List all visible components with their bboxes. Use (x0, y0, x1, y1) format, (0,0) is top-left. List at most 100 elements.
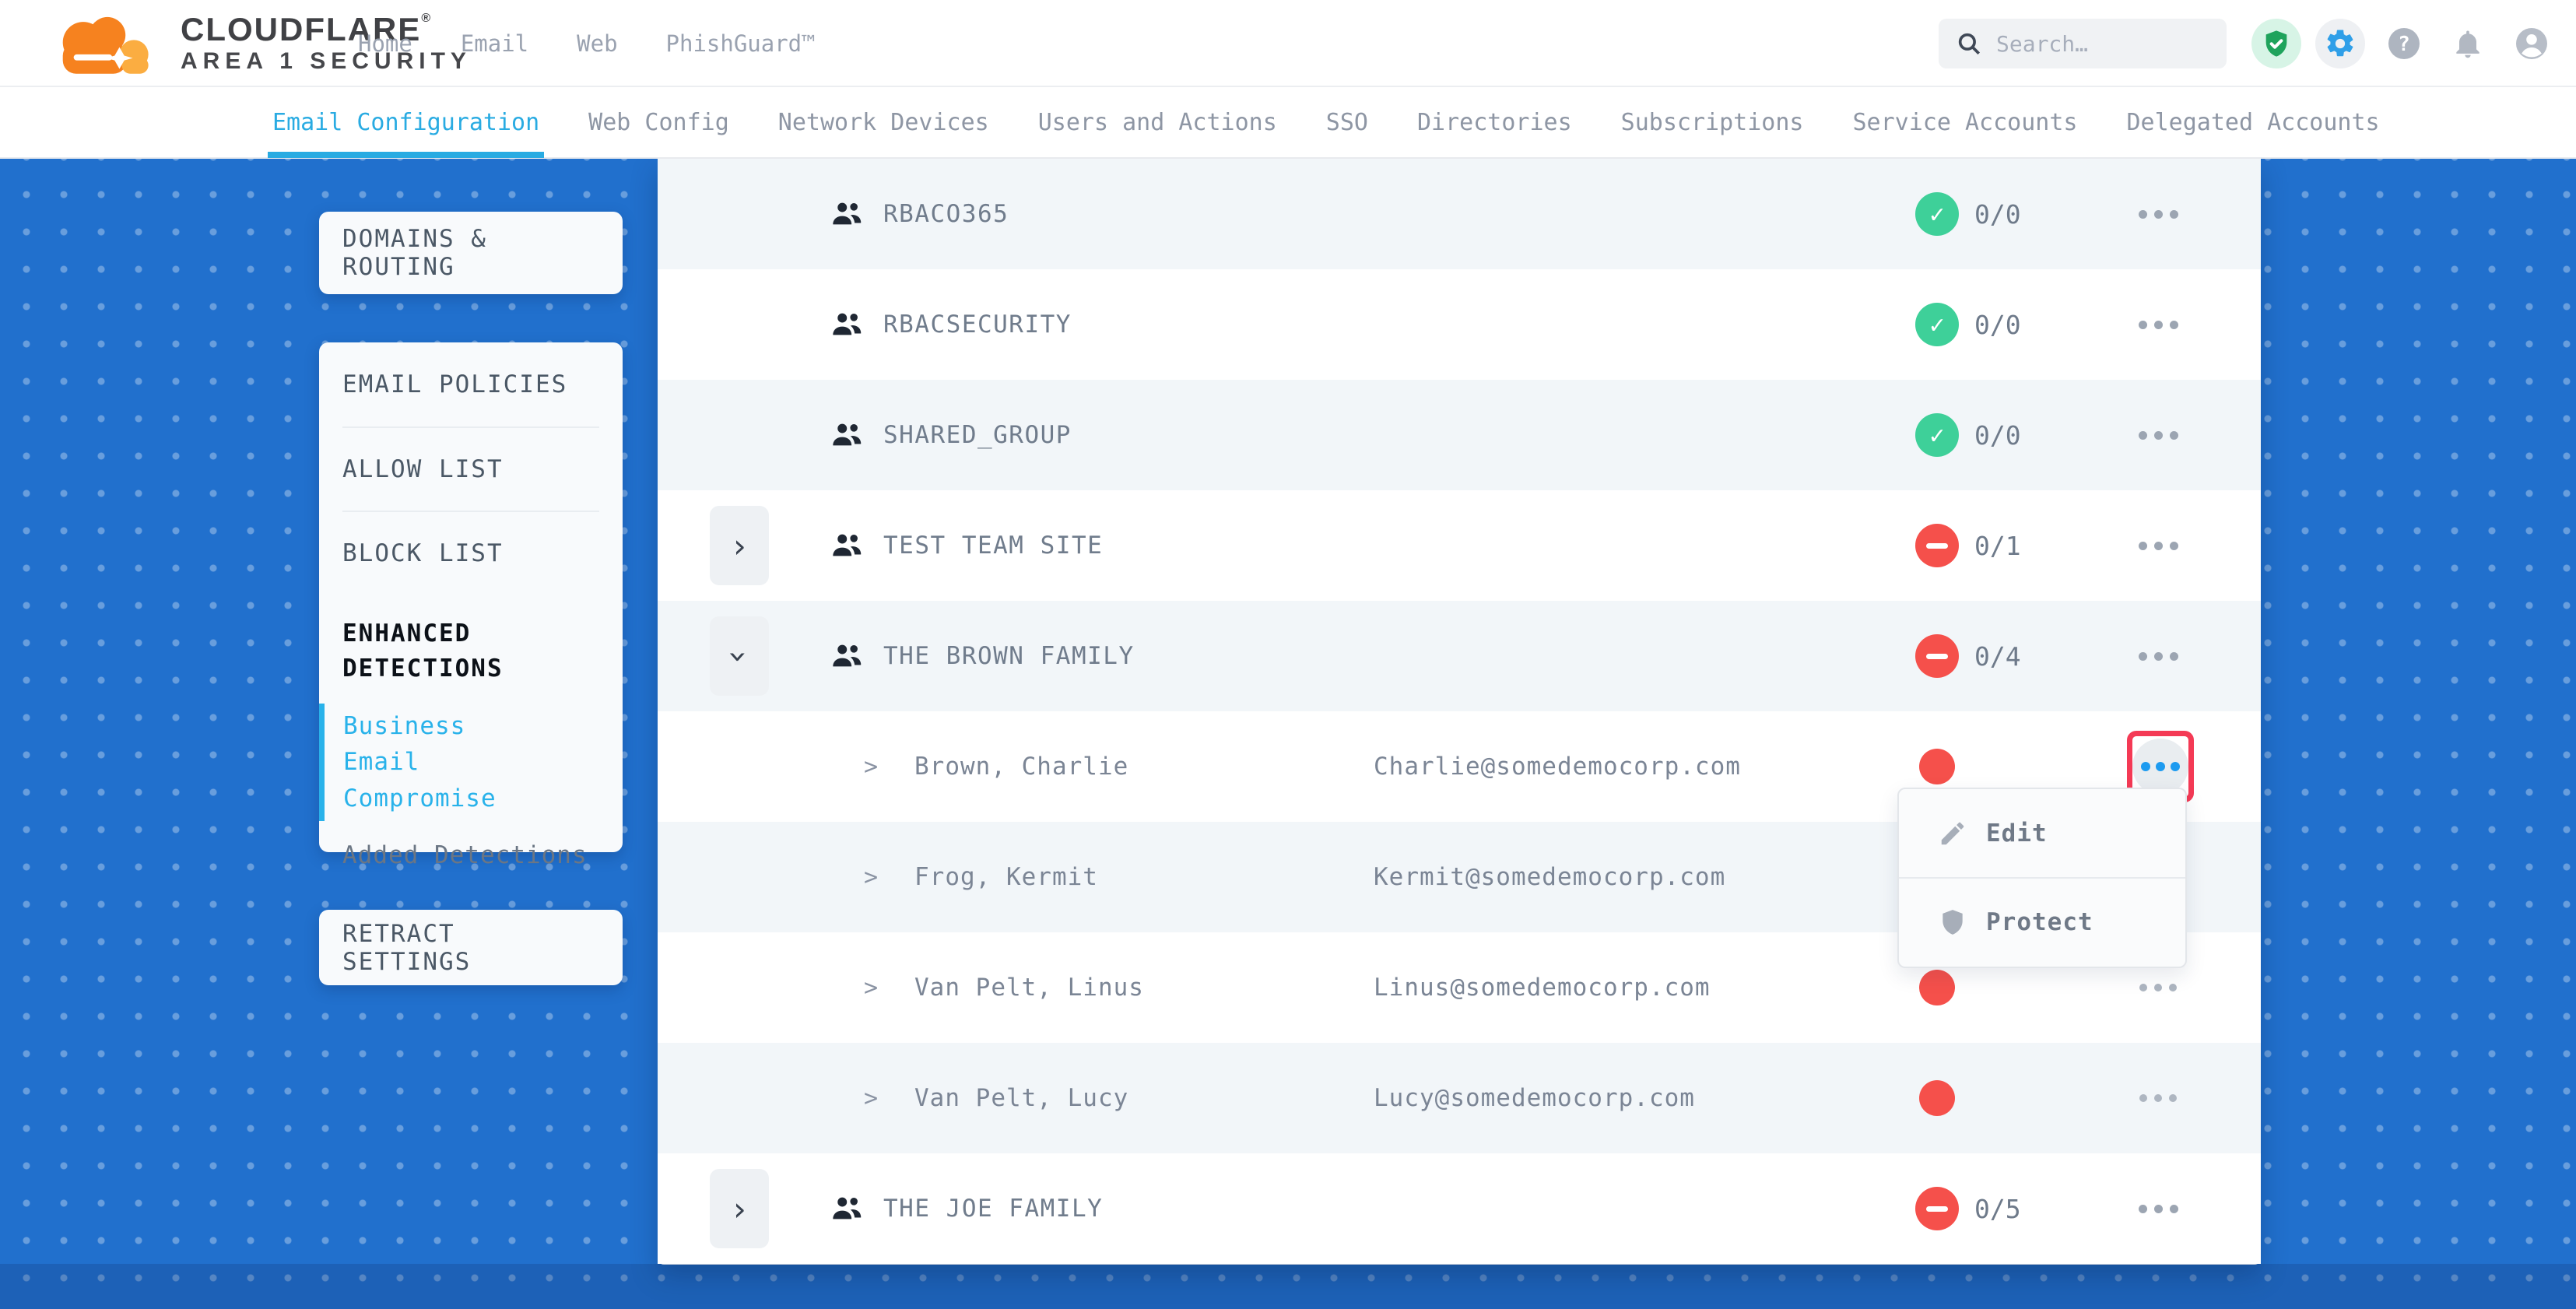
sidebar-card-email-policies: EMAIL POLICIES ALLOW LIST BLOCK LIST ENH… (319, 342, 623, 852)
expand-button[interactable] (710, 1169, 769, 1248)
status-blocked-badge (1915, 1187, 1959, 1230)
nav-item-email[interactable]: Email (461, 30, 528, 57)
tab-web-config[interactable]: Web Config (588, 86, 729, 158)
tab-subscriptions[interactable]: Subscriptions (1621, 86, 1804, 158)
sidebar-item-allow-list[interactable]: ALLOW LIST (342, 426, 599, 511)
group-name: RBACO365 (883, 159, 1009, 269)
table-row-shared-group: SHARED_GROUP 0/0 (658, 380, 2261, 490)
member-email: Lucy@somedemocorp.com (1374, 1043, 1695, 1153)
table-row-rbaco365: RBACO365 0/0 (658, 159, 2261, 269)
status-blocked-dot (1919, 1080, 1955, 1116)
status-ok-badge (1915, 413, 1959, 457)
status-ok-badge (1915, 192, 1959, 236)
nav-item-phishguard[interactable]: PhishGuard™ (666, 30, 816, 57)
status-blocked-badge (1915, 634, 1959, 678)
group-name: TEST TEAM SITE (883, 490, 1103, 601)
group-name: RBACSECURITY (883, 269, 1072, 380)
protected-count: 0/4 (1974, 601, 2021, 711)
group-icon (829, 417, 865, 453)
status-blocked-dot (1919, 970, 1955, 1005)
member-email: Kermit@somedemocorp.com (1374, 822, 1725, 932)
bell-icon[interactable] (2443, 19, 2493, 68)
row-context-menu: Edit Protect (1897, 788, 2187, 968)
tab-service-accounts[interactable]: Service Accounts (1852, 86, 2077, 158)
tab-network-devices[interactable]: Network Devices (778, 86, 989, 158)
group-name: THE BROWN FAMILY (883, 601, 1135, 711)
table-row-the-brown-family: THE BROWN FAMILY 0/4 (658, 601, 2261, 711)
section-tab-bar: Email Configuration Web Config Network D… (0, 87, 2576, 159)
table-row-rbacsecurity: RBACSECURITY 0/0 (658, 269, 2261, 380)
chevron-right-icon (729, 527, 749, 565)
row-menu-button[interactable] (2121, 380, 2195, 490)
tab-sso[interactable]: SSO (1326, 86, 1368, 158)
member-email: Linus@somedemocorp.com (1374, 932, 1711, 1043)
search-box[interactable] (1939, 19, 2227, 68)
table-row-test-team-site: TEST TEAM SITE 0/1 (658, 490, 2261, 601)
group-icon (829, 196, 865, 232)
content-area: DOMAINS & ROUTING EMAIL POLICIES ALLOW L… (0, 159, 2576, 1309)
tab-email-configuration[interactable]: Email Configuration (272, 86, 539, 158)
tab-delegated-accounts[interactable]: Delegated Accounts (2126, 86, 2379, 158)
sidebar-item-block-list[interactable]: BLOCK LIST (342, 511, 599, 595)
group-icon (829, 638, 865, 674)
protected-count: 0/0 (1974, 380, 2021, 490)
group-name: SHARED_GROUP (883, 380, 1072, 490)
account-icon[interactable] (2507, 19, 2557, 68)
shield-check-icon[interactable] (2251, 19, 2301, 68)
status-ok-badge (1915, 303, 1959, 346)
groups-table: RBACO365 0/0 RBACSECURITY 0/0 SHARED_GRO… (658, 159, 2261, 1265)
sidebar-card-retract-settings[interactable]: RETRACT SETTINGS (319, 910, 623, 985)
nav-item-home[interactable]: Home (358, 30, 412, 57)
tab-users-and-actions[interactable]: Users and Actions (1038, 86, 1277, 158)
row-menu-button[interactable] (2121, 1043, 2195, 1153)
context-menu-item-edit[interactable]: Edit (1899, 789, 2185, 877)
protected-count: 0/5 (1974, 1153, 2021, 1264)
collapse-button[interactable] (710, 616, 769, 696)
nav-item-web[interactable]: Web (577, 30, 617, 57)
sidebar-heading-enhanced-detections: ENHANCED DETECTIONS (342, 595, 537, 691)
shield-icon (1938, 907, 1967, 937)
pencil-icon (1938, 819, 1967, 848)
member-chevron-icon: > (864, 1043, 878, 1153)
tab-directories[interactable]: Directories (1417, 86, 1572, 158)
sidebar-item-business-email-compromise[interactable]: Business Email Compromise (319, 704, 553, 822)
search-input[interactable] (1996, 31, 2209, 57)
header-icon-cluster: ? (2251, 0, 2557, 87)
member-chevron-icon: > (864, 822, 878, 932)
member-name: Van Pelt, Linus (914, 932, 1144, 1043)
row-menu-button[interactable] (2121, 1153, 2195, 1264)
member-chevron-icon: > (864, 932, 878, 1043)
member-chevron-icon: > (864, 711, 878, 822)
member-name: Van Pelt, Lucy (914, 1043, 1128, 1153)
member-name: Frog, Kermit (914, 822, 1098, 932)
row-menu-button[interactable] (2121, 269, 2195, 380)
protected-count: 0/0 (1974, 269, 2021, 380)
row-menu-button[interactable] (2121, 159, 2195, 269)
status-blocked-dot (1919, 749, 1955, 784)
status-blocked-badge (1915, 524, 1959, 567)
footer-strip (0, 1264, 2576, 1309)
top-navigation: Home Email Web PhishGuard™ (358, 0, 816, 87)
member-name: Brown, Charlie (914, 711, 1128, 822)
row-menu-button[interactable] (2121, 601, 2195, 711)
gear-icon[interactable] (2315, 19, 2365, 68)
context-menu-item-protect[interactable]: Protect (1899, 877, 2185, 965)
sidebar-item-added-detections[interactable]: Added Detections (342, 841, 599, 869)
chevron-down-icon (729, 637, 749, 676)
app-header: CLOUDFLARE® AREA 1 SECURITY Home Email W… (0, 0, 2576, 87)
table-row-van-pelt-lucy: > Van Pelt, Lucy Lucy@somedemocorp.com (658, 1043, 2261, 1153)
expand-button[interactable] (710, 506, 769, 585)
protected-count: 0/0 (1974, 159, 2021, 269)
group-name: THE JOE FAMILY (883, 1153, 1103, 1264)
sidebar-item-label: DOMAINS & ROUTING (342, 225, 599, 281)
sidebar-item-email-policies[interactable]: EMAIL POLICIES (342, 342, 599, 426)
row-menu-button[interactable] (2121, 490, 2195, 601)
search-icon (1956, 30, 1982, 57)
svg-text:?: ? (2398, 33, 2410, 56)
chevron-right-icon (729, 1190, 749, 1228)
ellipsis-icon (2132, 739, 2188, 795)
sidebar-item-label: RETRACT SETTINGS (342, 920, 599, 976)
sidebar-card-domains-routing[interactable]: DOMAINS & ROUTING (319, 212, 623, 294)
help-icon[interactable]: ? (2379, 19, 2429, 68)
cloudflare-cloud-icon (45, 6, 170, 81)
